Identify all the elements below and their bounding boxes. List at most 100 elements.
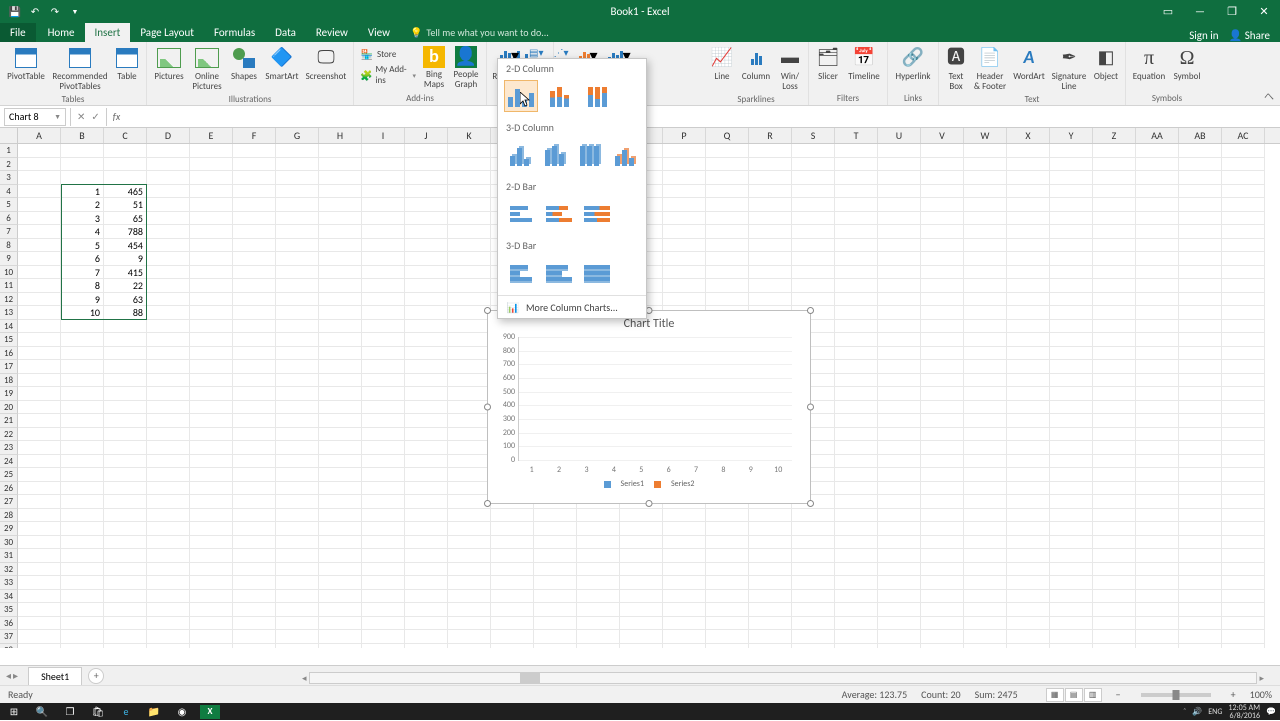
cell[interactable] <box>792 266 835 280</box>
cell[interactable] <box>233 576 276 590</box>
cell[interactable] <box>1050 441 1093 455</box>
cell[interactable] <box>190 428 233 442</box>
cell[interactable] <box>405 603 448 617</box>
cancel-formula-icon[interactable]: ✕ <box>77 110 85 123</box>
row-header[interactable]: 25 <box>0 468 18 482</box>
cell[interactable] <box>362 158 405 172</box>
cell[interactable]: 3 <box>61 212 104 226</box>
column-header[interactable]: U <box>878 128 921 143</box>
cell[interactable] <box>921 306 964 320</box>
column-header[interactable]: AB <box>1179 128 1222 143</box>
cell[interactable] <box>1136 266 1179 280</box>
cell[interactable] <box>190 495 233 509</box>
cell[interactable] <box>921 549 964 563</box>
cell[interactable] <box>1222 266 1265 280</box>
cell[interactable] <box>448 644 491 649</box>
cell[interactable] <box>319 414 362 428</box>
tray-lang[interactable]: ENG <box>1208 707 1222 717</box>
cell[interactable] <box>104 158 147 172</box>
cell[interactable] <box>1093 266 1136 280</box>
cell[interactable] <box>835 603 878 617</box>
cell[interactable] <box>1007 482 1050 496</box>
cell[interactable] <box>405 522 448 536</box>
column-header[interactable]: A <box>18 128 61 143</box>
row-header[interactable]: 18 <box>0 374 18 388</box>
object-button[interactable]: ◧Object <box>1091 44 1121 84</box>
cell[interactable] <box>577 630 620 644</box>
cell[interactable] <box>964 482 1007 496</box>
cell[interactable] <box>491 644 534 649</box>
cell[interactable] <box>448 333 491 347</box>
cell[interactable] <box>190 630 233 644</box>
column-header[interactable]: P <box>663 128 706 143</box>
cell[interactable] <box>233 374 276 388</box>
cell[interactable] <box>1222 603 1265 617</box>
cell[interactable] <box>835 239 878 253</box>
cell[interactable] <box>835 306 878 320</box>
cell[interactable] <box>921 617 964 631</box>
cell[interactable] <box>233 536 276 550</box>
cell[interactable] <box>147 185 190 199</box>
cell[interactable] <box>706 212 749 226</box>
row-header[interactable]: 22 <box>0 428 18 442</box>
cell[interactable] <box>362 239 405 253</box>
cell[interactable] <box>18 374 61 388</box>
cell[interactable] <box>534 522 577 536</box>
cell[interactable] <box>964 306 1007 320</box>
cell[interactable] <box>362 630 405 644</box>
cell[interactable] <box>792 630 835 644</box>
cell[interactable] <box>319 252 362 266</box>
cell[interactable] <box>706 590 749 604</box>
cell[interactable] <box>1136 239 1179 253</box>
cell[interactable]: 415 <box>104 266 147 280</box>
cell[interactable] <box>921 225 964 239</box>
cell[interactable] <box>964 630 1007 644</box>
cell[interactable] <box>749 590 792 604</box>
stacked100-bar-option[interactable] <box>580 198 614 230</box>
cell[interactable] <box>233 144 276 158</box>
cell[interactable] <box>362 212 405 226</box>
cell[interactable] <box>405 171 448 185</box>
cell[interactable] <box>620 644 663 649</box>
cell[interactable] <box>448 468 491 482</box>
cell[interactable] <box>1050 239 1093 253</box>
cell[interactable] <box>620 603 663 617</box>
cell[interactable] <box>276 266 319 280</box>
cell[interactable] <box>878 414 921 428</box>
column-header[interactable]: E <box>190 128 233 143</box>
cell[interactable] <box>1136 428 1179 442</box>
tray-volume-icon[interactable]: 🔊 <box>1192 707 1202 717</box>
cell[interactable] <box>1093 603 1136 617</box>
redo-icon[interactable]: ↷ <box>48 4 62 18</box>
cell[interactable] <box>448 239 491 253</box>
cell[interactable]: 788 <box>104 225 147 239</box>
cell[interactable] <box>147 617 190 631</box>
cell[interactable] <box>147 360 190 374</box>
cell[interactable] <box>362 320 405 334</box>
cell[interactable] <box>233 306 276 320</box>
cell[interactable] <box>362 252 405 266</box>
cell[interactable] <box>1050 630 1093 644</box>
column-header[interactable]: AC <box>1222 128 1265 143</box>
cell[interactable] <box>448 563 491 577</box>
cell[interactable] <box>835 293 878 307</box>
tab-formulas[interactable]: Formulas <box>204 23 265 42</box>
cell[interactable] <box>1007 522 1050 536</box>
cell[interactable] <box>1093 590 1136 604</box>
row-header[interactable]: 9 <box>0 252 18 266</box>
row-header[interactable]: 21 <box>0 414 18 428</box>
cell[interactable] <box>61 414 104 428</box>
row-header[interactable]: 8 <box>0 239 18 253</box>
symbol-button[interactable]: ΩSymbol <box>1170 44 1204 84</box>
cell[interactable] <box>964 509 1007 523</box>
cell[interactable] <box>104 644 147 649</box>
cell[interactable] <box>1136 387 1179 401</box>
cell[interactable]: 1 <box>61 185 104 199</box>
cell[interactable] <box>233 495 276 509</box>
embedded-chart[interactable]: Chart Title 0100200300400500600700800900… <box>487 310 811 504</box>
cell[interactable] <box>276 455 319 469</box>
cell[interactable] <box>878 198 921 212</box>
add-sheet-button[interactable]: + <box>88 668 104 684</box>
3d-stacked100-column-option[interactable] <box>574 139 605 171</box>
cell[interactable] <box>104 320 147 334</box>
